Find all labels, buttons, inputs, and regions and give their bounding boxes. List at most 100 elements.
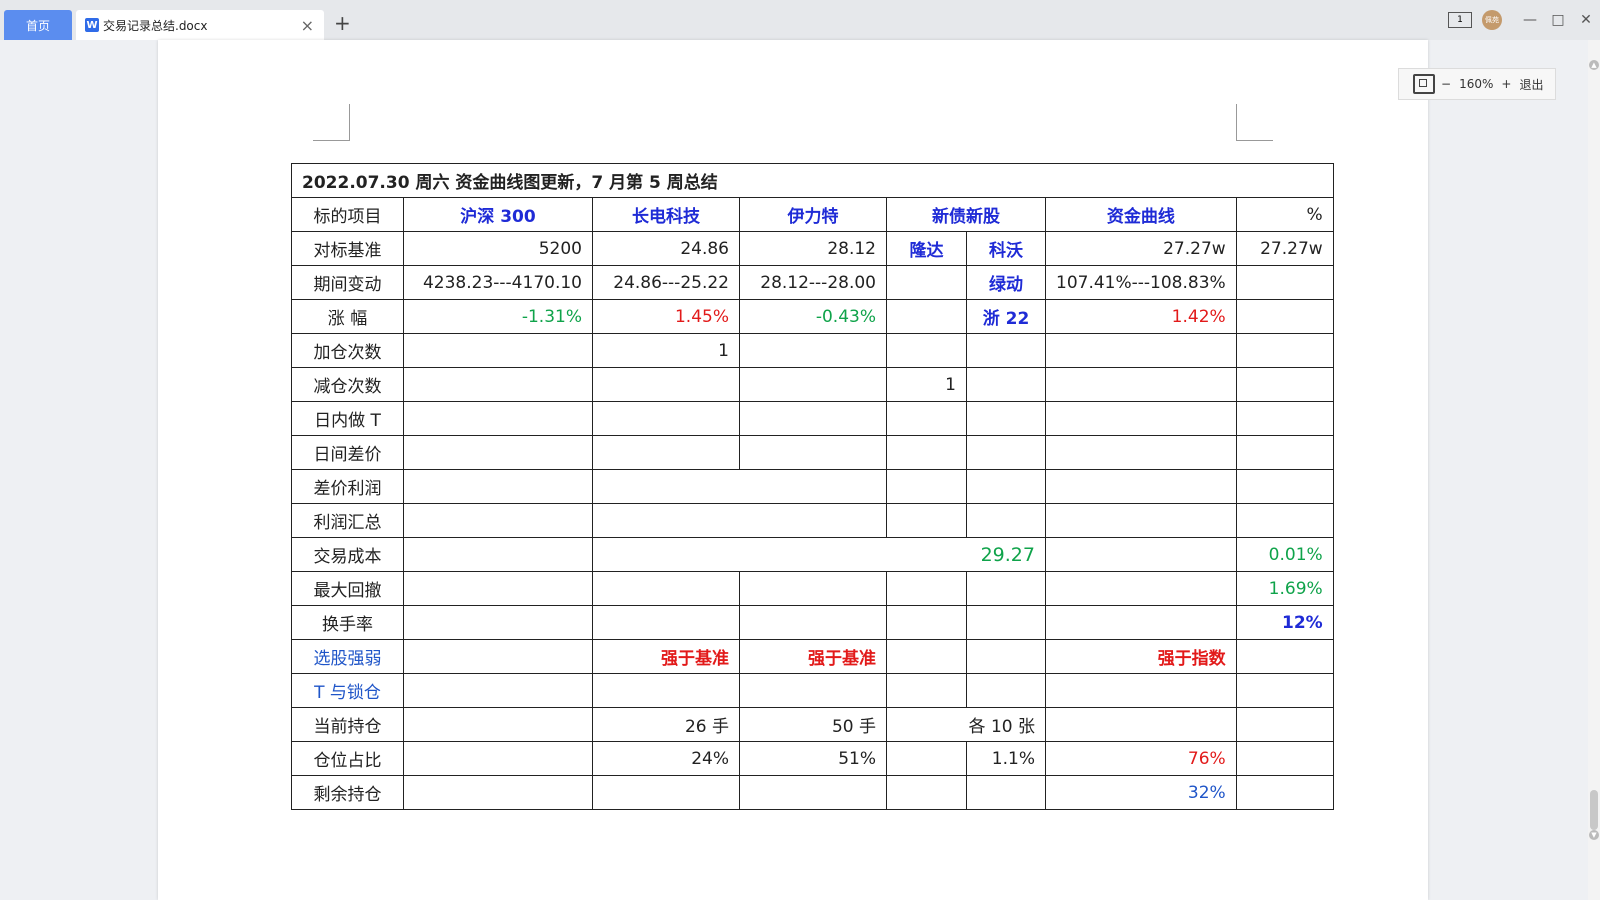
table-cell: -1.31% [403, 299, 593, 334]
table-cell: 1 [592, 333, 740, 368]
crop-mark-top-left [313, 104, 350, 141]
table-cell: 5200 [403, 231, 593, 266]
table-cell [403, 639, 593, 674]
table-cell [886, 435, 967, 470]
table-cell [1045, 605, 1237, 640]
table-cell: 107.41%---108.83% [1045, 265, 1237, 300]
scroll-down-icon[interactable]: ▼ [1589, 830, 1599, 840]
window-controls: 1 佩苑 — □ ✕ [1448, 0, 1600, 40]
table-cell [886, 673, 967, 708]
table-cell: 强于基准 [592, 639, 740, 674]
table-cell [966, 503, 1046, 538]
table-cell [966, 367, 1046, 402]
table-cell: 51% [739, 741, 887, 776]
table-cell: 32% [1045, 775, 1237, 810]
left-margin [0, 40, 158, 900]
table-cell [1235, 435, 1334, 470]
table-cell [886, 503, 967, 538]
table-cell [886, 469, 967, 504]
layout-switch-icon[interactable]: 1 [1448, 12, 1472, 28]
table-cell: 26 手 [592, 707, 740, 742]
table-cell [886, 639, 967, 674]
home-tab[interactable]: 首页 [4, 10, 72, 40]
row-label: 最大回撤 [291, 571, 404, 606]
table-row: 交易成本 29.27 0.01% [291, 537, 1334, 572]
table-cell [1045, 333, 1237, 368]
row-label: 日内做 T [291, 401, 404, 436]
table-cell [739, 435, 887, 470]
table-cell: 24% [592, 741, 740, 776]
table-cell: 24.86 [592, 231, 740, 266]
vertical-scrollbar[interactable]: ▲ ▼ [1588, 40, 1600, 900]
table-cell [886, 741, 967, 776]
table-cell [592, 435, 740, 470]
table-row: 仓位占比 24% 51% 1.1% 76% [291, 741, 1334, 776]
table-cell [403, 333, 593, 368]
row-label: 差价利润 [291, 469, 404, 504]
zoom-out-button[interactable]: − [1437, 77, 1455, 91]
new-tab-button[interactable]: + [334, 13, 351, 33]
document-tab[interactable]: W 交易记录总结.docx × [76, 10, 324, 40]
table-row: 涨 幅 -1.31% 1.45% -0.43% 浙 22 1.42% [291, 299, 1334, 334]
scroll-up-icon[interactable]: ▲ [1589, 60, 1599, 70]
table-cell [1045, 435, 1237, 470]
table-row: 剩余持仓 32% [291, 775, 1334, 810]
row-label: 当前持仓 [291, 707, 404, 742]
header-yilite: 伊力特 [739, 197, 887, 232]
exit-reading-button[interactable]: 退出 [1515, 76, 1547, 93]
table-row: 换手率 12% [291, 605, 1334, 640]
reading-zoom-toolbar: − 160% + 退出 [1398, 68, 1556, 100]
row-label: 减仓次数 [291, 367, 404, 402]
table-cell: 24.86---25.22 [592, 265, 740, 300]
table-cell [1235, 503, 1334, 538]
table-row: 标的项目 沪深 300 长电科技 伊力特 新债新股 资金曲线 % [291, 197, 1334, 232]
table-cell: 4238.23---4170.10 [403, 265, 593, 300]
table-cell: 76% [1045, 741, 1237, 776]
trading-cost-value: 29.27 [592, 537, 1046, 572]
avatar[interactable]: 佩苑 [1482, 10, 1502, 30]
crop-mark-top-right [1236, 104, 1273, 141]
scrollbar-thumb[interactable] [1590, 790, 1598, 830]
table-cell: 27.27w [1045, 231, 1237, 266]
table-cell: 强于基准 [739, 639, 887, 674]
table-cell [1045, 707, 1237, 742]
table-row: 减仓次数 1 [291, 367, 1334, 402]
maximize-button[interactable]: □ [1544, 12, 1572, 28]
fit-page-icon[interactable] [1413, 74, 1435, 94]
table-cell [966, 571, 1046, 606]
table-row: 选股强弱 强于基准 强于基准 强于指数 [291, 639, 1334, 674]
table-cell [1045, 503, 1237, 538]
close-tab-icon[interactable]: × [301, 16, 314, 35]
table-cell: 28.12---28.00 [739, 265, 887, 300]
table-cell [403, 367, 593, 402]
table-cell [592, 469, 887, 504]
table-cell [966, 401, 1046, 436]
table-cell: 1.69% [1235, 571, 1334, 606]
zoom-level: 160% [1459, 77, 1494, 91]
table-row: 差价利润 [291, 469, 1334, 504]
table-row: 加仓次数 1 [291, 333, 1334, 368]
zoom-in-button[interactable]: + [1497, 77, 1515, 91]
table-row: 期间变动 4238.23---4170.10 24.86---25.22 28.… [291, 265, 1334, 300]
table-cell [966, 333, 1046, 368]
table-cell [403, 469, 593, 504]
close-window-button[interactable]: ✕ [1572, 12, 1600, 28]
table-cell [403, 435, 593, 470]
minimize-button[interactable]: — [1516, 12, 1544, 28]
table-cell [592, 775, 740, 810]
table-cell [403, 707, 593, 742]
table-cell [1045, 537, 1237, 572]
table-cell: 绿动 [966, 265, 1046, 300]
row-label: 对标基准 [291, 231, 404, 266]
row-label: T 与锁仓 [291, 673, 404, 708]
table-cell [1235, 673, 1334, 708]
table-cell [1235, 367, 1334, 402]
table-cell [1045, 673, 1237, 708]
table-cell: 隆达 [886, 231, 967, 266]
header-percent: % [1235, 197, 1334, 232]
word-doc-icon: W [85, 18, 99, 32]
table-row: 日内做 T [291, 401, 1334, 436]
table-cell: 各 10 张 [886, 707, 1046, 742]
header-new-bonds: 新债新股 [886, 197, 1046, 232]
table-cell [592, 401, 740, 436]
